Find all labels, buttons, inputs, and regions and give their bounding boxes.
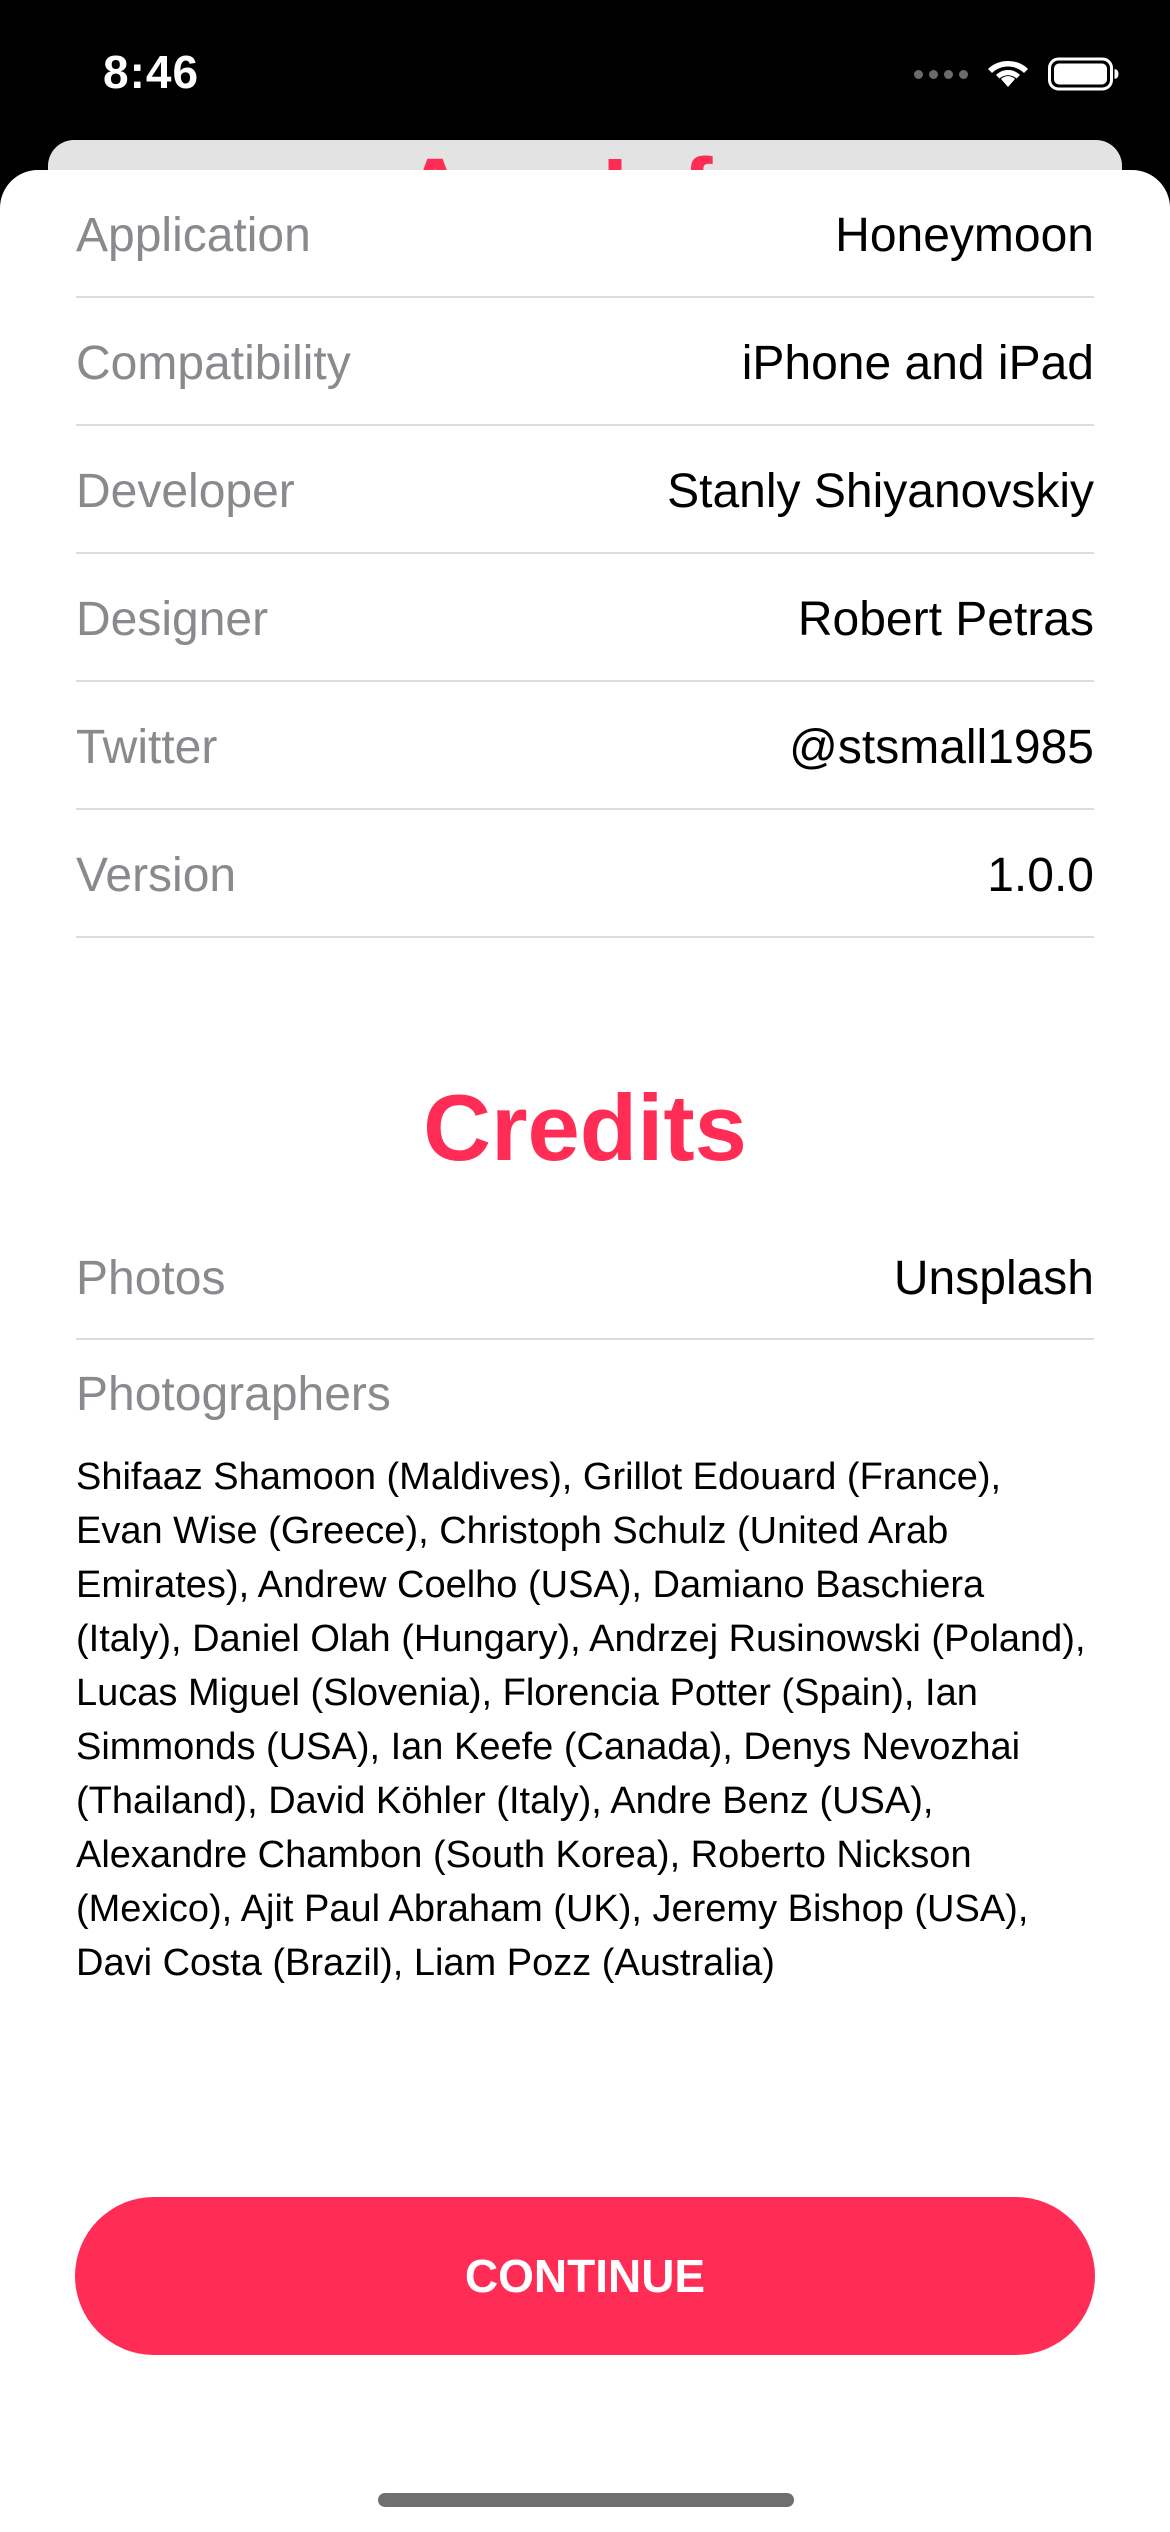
row-label: Photos: [76, 1251, 226, 1305]
row-value: Stanly Shiyanovskiy: [667, 464, 1094, 518]
battery-icon: [1048, 57, 1119, 91]
row-value: Robert Petras: [797, 592, 1094, 646]
row-value: iPhone and iPad: [741, 336, 1094, 390]
info-row-developer: Developer Stanly Shiyanovskiy: [76, 426, 1094, 554]
wifi-icon: [988, 61, 1028, 87]
row-label: Developer: [76, 464, 295, 518]
info-sheet: Application Honeymoon Compatibility iPho…: [0, 170, 1170, 2532]
info-row-application: Application Honeymoon: [76, 170, 1094, 298]
signal-dots-icon: [914, 69, 968, 79]
row-label: Version: [76, 848, 237, 902]
info-row-photos: Photos Unsplash: [76, 1218, 1094, 1340]
row-label: Compatibility: [76, 336, 351, 390]
status-time: 8:46: [103, 46, 200, 98]
row-value: Honeymoon: [835, 208, 1094, 262]
home-indicator[interactable]: [378, 2493, 794, 2507]
info-row-twitter: Twitter @stsmall1985: [76, 682, 1094, 810]
info-row-version: Version 1.0.0: [76, 810, 1094, 938]
info-row-designer: Designer Robert Petras: [76, 554, 1094, 682]
app-info-list: Application Honeymoon Compatibility iPho…: [76, 170, 1094, 938]
row-value: 1.0.0: [987, 848, 1094, 902]
photographers-list: Shifaaz Shamoon (Maldives), Grillot Edou…: [76, 1456, 1086, 1984]
info-row-compatibility: Compatibility iPhone and iPad: [76, 298, 1094, 426]
row-label: Twitter: [76, 720, 218, 774]
status-icons: [914, 52, 1120, 96]
photographers-label: Photographers: [76, 1368, 391, 1421]
row-label: Application: [76, 208, 311, 262]
row-label: Designer: [76, 592, 269, 646]
continue-button[interactable]: CONTINUE: [75, 2197, 1095, 2355]
status-bar: 8:46: [0, 0, 1170, 150]
row-value: Unsplash: [893, 1251, 1094, 1305]
credits-heading: Credits: [423, 1075, 747, 1180]
row-value: @stsmall1985: [789, 720, 1094, 774]
